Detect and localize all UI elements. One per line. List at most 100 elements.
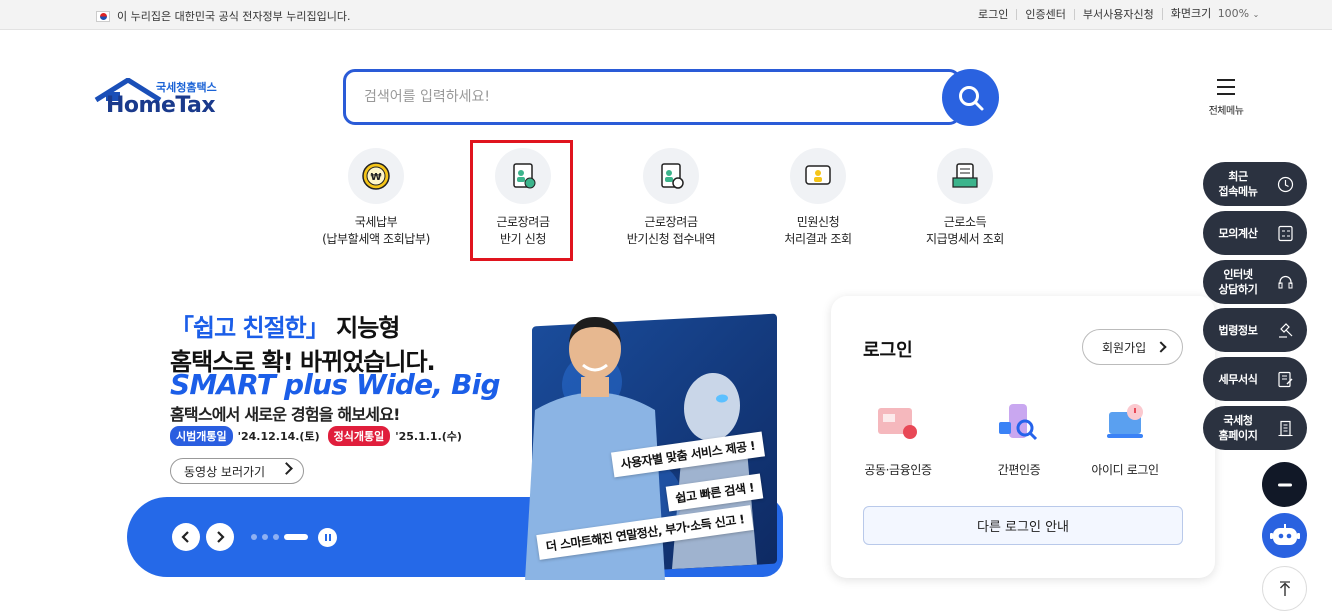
logo-main-text: HomeTax [106, 93, 216, 118]
side-menu-online-consult[interactable]: 인터넷상담하기 [1203, 260, 1307, 304]
side-menu-tax-forms[interactable]: 세무서식 [1203, 357, 1307, 401]
trial-open-badge: 시범개통일 [170, 426, 233, 446]
quick-menu-line1: 근로소득 [943, 215, 987, 229]
search-input[interactable] [364, 86, 924, 108]
trial-open-date: '24.12.14.(토) [237, 430, 320, 443]
slide-dot[interactable] [251, 534, 257, 540]
search-button[interactable] [942, 69, 999, 126]
minus-icon [1277, 483, 1292, 486]
quick-menu-tax-payment[interactable]: ₩ 국세납부 (납부할세액 조회납부) [301, 148, 451, 248]
scroll-top-button[interactable] [1262, 566, 1307, 611]
quick-menu-civil-petition[interactable]: 민원신청처리결과 조회 [743, 148, 893, 248]
building-icon [1278, 420, 1293, 437]
side-menu-recent[interactable]: 최근접속메뉴 [1203, 162, 1307, 206]
search-box [343, 69, 961, 125]
gavel-icon [1279, 323, 1293, 338]
chevron-left-icon [181, 531, 189, 543]
slide-dot-active[interactable] [284, 534, 308, 540]
promo-banner: 「쉽고 친절한」 지능형 홈택스로 확! 바뀌었습니다. SMART plus … [127, 290, 787, 580]
quick-menu-line1: 민원신청 [796, 215, 840, 229]
side-menu-nts-homepage[interactable]: 국세청홈페이지 [1203, 406, 1307, 450]
banner-next-button[interactable] [206, 523, 234, 551]
join-button[interactable]: 회원가입 [1082, 329, 1183, 365]
id-login-icon [1101, 402, 1149, 446]
quick-menu-wage-statement[interactable]: 근로소득지급명세서 조회 [890, 148, 1040, 248]
banner-headline-quote: 「쉽고 친절한」 [170, 314, 330, 342]
slide-dot[interactable] [273, 534, 279, 540]
quick-menu-eitc-receipt[interactable]: 근로장려금반기신청 접수내역 [596, 148, 746, 248]
chevron-right-icon [1155, 341, 1167, 353]
gov-notice-text[interactable]: 이 누리집은 대한민국 공식 전자정부 누리집입니다. [117, 8, 351, 24]
banner-headline-rest: 지능형 [328, 314, 400, 342]
top-link-cert-center[interactable]: 인증센터 [1016, 8, 1073, 20]
top-links: 로그인 인증센터 부서사용자신청 화면크기 100% ⌄ [978, 8, 1267, 20]
quick-menu-line1: 국세납부 [354, 215, 398, 229]
quick-menu-line2: 지급명세서 조회 [926, 232, 1004, 246]
slide-dot[interactable] [262, 534, 268, 540]
pause-icon [328, 534, 331, 541]
korea-flag-icon [96, 10, 110, 22]
civil-petition-icon [790, 148, 846, 204]
side-menu-line1: 모의계산 [1218, 226, 1258, 240]
chatbot-button[interactable] [1262, 513, 1307, 558]
all-menu-button[interactable]: 전체메뉴 [1200, 78, 1252, 117]
chevron-right-icon [217, 531, 225, 543]
chevron-right-icon [280, 462, 293, 475]
video-button-label: 동영상 보러가기 [184, 464, 266, 479]
banner-prev-button[interactable] [172, 523, 200, 551]
highlight-box [470, 140, 573, 261]
other-login-guide-button[interactable]: 다른 로그인 안내 [863, 506, 1183, 545]
side-menu-line2: 홈페이지 [1218, 429, 1258, 442]
document-tray-icon [937, 148, 993, 204]
login-option-label: 공동·금융인증 [864, 463, 932, 477]
calculator-icon [1278, 225, 1293, 242]
quick-menu-line2: 처리결과 조회 [784, 232, 852, 246]
top-bar: 이 누리집은 대한민국 공식 전자정부 누리집입니다. 로그인 인증센터 부서사… [0, 0, 1332, 30]
login-title: 로그인 [863, 340, 913, 361]
search-icon [958, 85, 983, 110]
official-open-badge: 정식개통일 [327, 426, 391, 446]
side-menu-line1: 인터넷 [1223, 268, 1253, 281]
side-menu-line1: 법령정보 [1218, 323, 1258, 337]
side-menu-line1: 최근 [1228, 170, 1248, 183]
login-option-simple[interactable]: 간편인증 [969, 402, 1069, 478]
login-option-id[interactable]: 아이디 로그인 [1075, 402, 1175, 478]
banner-headline: 「쉽고 친절한」 지능형 [170, 308, 400, 343]
hometax-logo[interactable]: 국세청홈택스 HomeTax [94, 78, 224, 120]
side-menu-line1: 국세청 [1223, 414, 1253, 427]
side-menu-law-info[interactable]: 법령정보 [1203, 308, 1307, 352]
side-menu-line1: 세무서식 [1218, 372, 1258, 386]
zoom-control[interactable]: 화면크기 100% ⌄ [1161, 8, 1268, 20]
top-link-login[interactable]: 로그인 [978, 9, 1016, 20]
video-button[interactable]: 동영상 보러가기 [170, 458, 304, 484]
quick-menu-line1: 근로장려금 [644, 215, 698, 229]
official-open-date: '25.1.1.(수) [395, 430, 462, 443]
simple-auth-icon [995, 402, 1043, 446]
clock-icon [1277, 176, 1294, 193]
svg-text:₩: ₩ [370, 172, 381, 183]
side-menu-mock-calc[interactable]: 모의계산 [1203, 211, 1307, 255]
chevron-down-icon: ⌄ [1252, 10, 1260, 19]
pause-icon [324, 534, 327, 541]
login-panel: 로그인 회원가입 공동·금융인증 간편인증 아이디 로그인 다른 로그인 안내 [831, 296, 1215, 578]
headset-icon [1278, 275, 1293, 289]
gov-notice: 이 누리집은 대한민국 공식 전자정부 누리집입니다. [96, 8, 351, 24]
certificate-card-icon [874, 402, 922, 446]
hamburger-icon [1217, 79, 1235, 95]
login-option-certificate[interactable]: 공동·금융인증 [848, 402, 948, 478]
banner-pause-button[interactable] [318, 528, 337, 547]
side-menu-line2: 접속메뉴 [1218, 185, 1258, 198]
won-coin-icon: ₩ [348, 148, 404, 204]
top-link-dept-user[interactable]: 부서사용자신청 [1073, 8, 1162, 20]
collapse-side-menu-button[interactable] [1262, 462, 1307, 507]
form-edit-icon [1278, 371, 1293, 388]
quick-menu-line2: 반기신청 접수내역 [626, 232, 716, 246]
side-menu-line2: 상담하기 [1218, 283, 1258, 296]
login-option-label: 간편인증 [997, 463, 1041, 477]
application-receipt-icon [643, 148, 699, 204]
quick-menu-line2: (납부할세액 조회납부) [322, 232, 430, 246]
all-menu-label: 전체메뉴 [1208, 106, 1244, 117]
banner-line4: 홈택스에서 새로운 경험을 해보세요! [170, 405, 400, 424]
banner-dates: 시범개통일 '24.12.14.(토) 정식개통일 '25.1.1.(수) [170, 426, 462, 446]
login-option-label: 아이디 로그인 [1091, 463, 1159, 477]
